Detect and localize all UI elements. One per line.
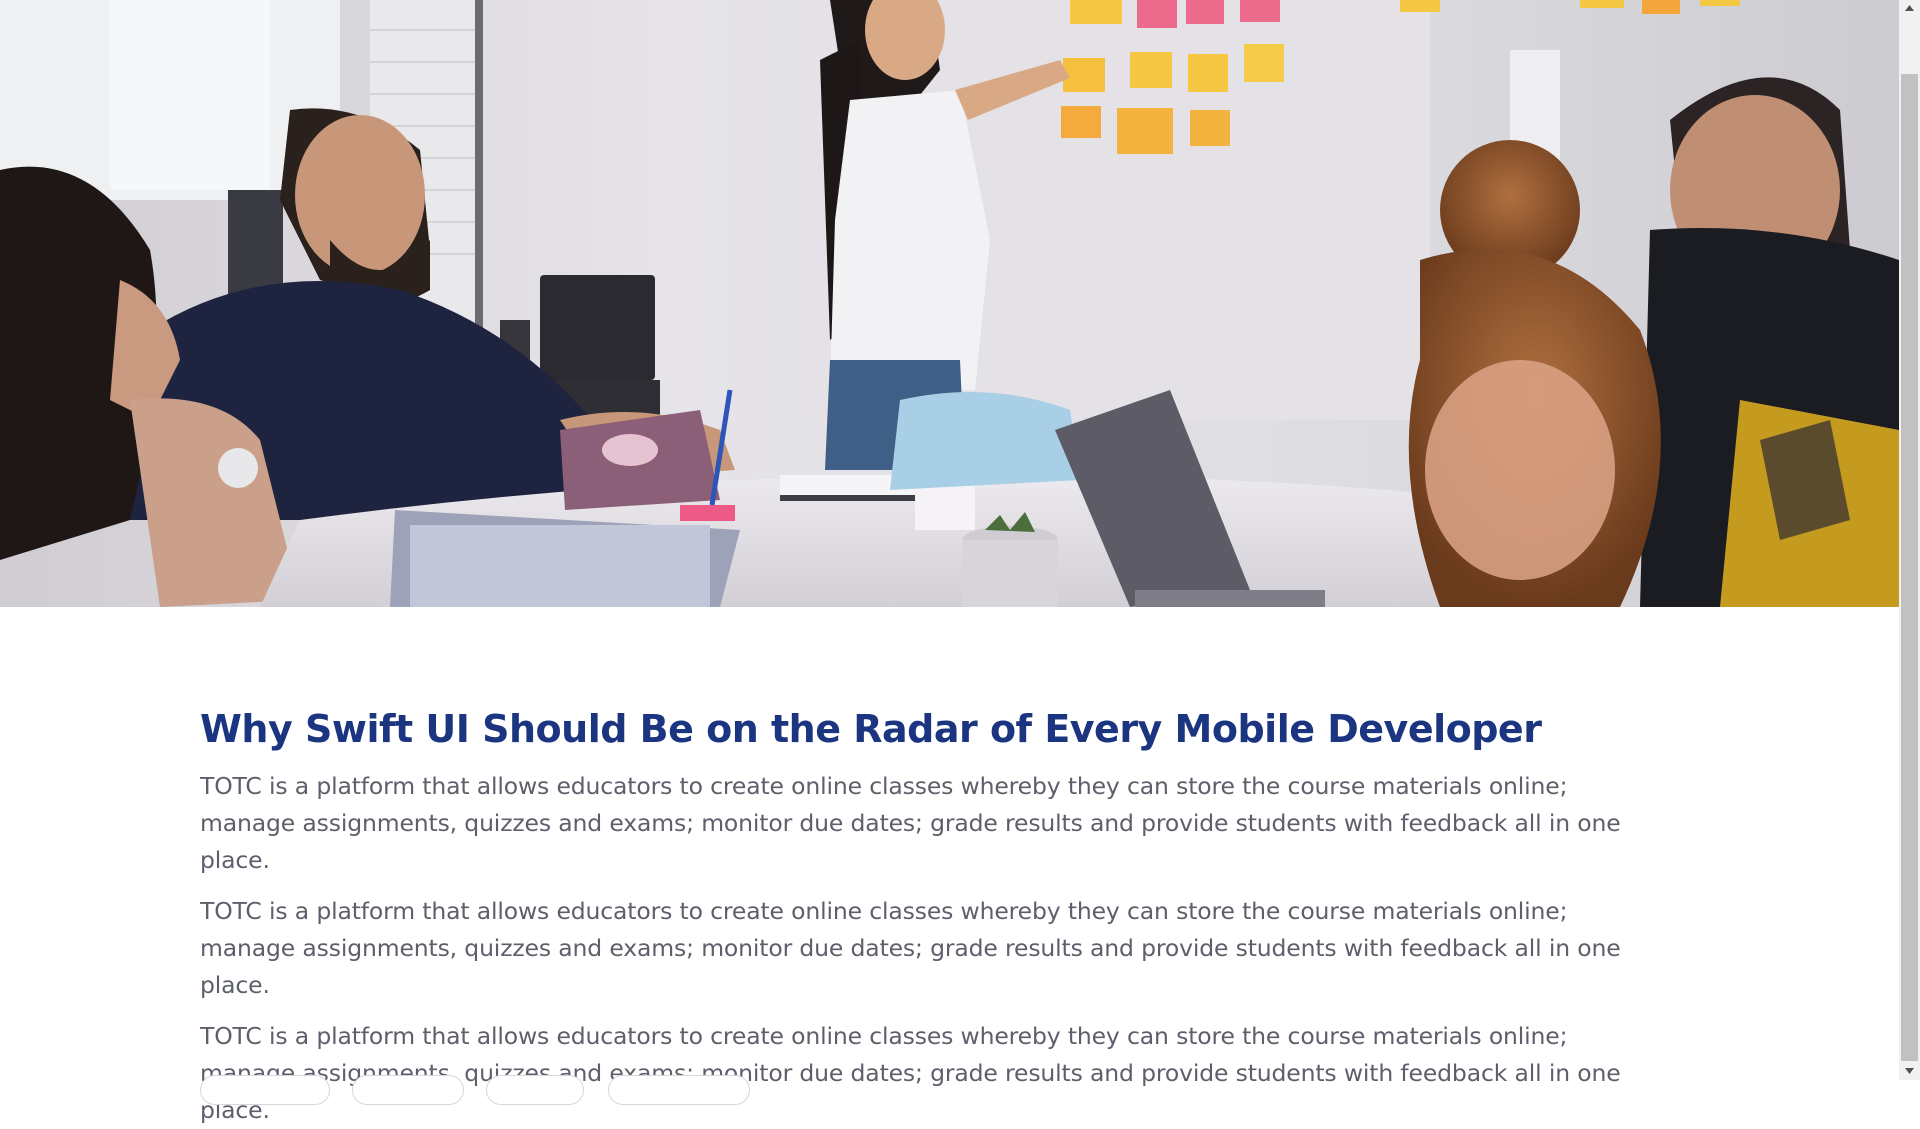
triangle-down-icon[interactable]: [1899, 1063, 1920, 1080]
blog-article-page: Why Swift UI Should Be on the Radar of E…: [0, 0, 1899, 1124]
article-paragraph: TOTC is a platform that allows educators…: [200, 772, 1621, 874]
hero-image: [0, 0, 1899, 607]
article-body: Why Swift UI Should Be on the Radar of E…: [200, 700, 1640, 1129]
scrollbar-thumb[interactable]: [1901, 74, 1918, 1061]
article-paragraph: TOTC is a platform that allows educators…: [200, 897, 1621, 999]
article-paragraph: TOTC is a platform that allows educators…: [200, 1022, 1621, 1124]
vertical-scrollbar[interactable]: [1899, 0, 1920, 1080]
article-title: Why Swift UI Should Be on the Radar of E…: [200, 707, 1542, 751]
triangle-up-icon[interactable]: [1899, 0, 1920, 17]
